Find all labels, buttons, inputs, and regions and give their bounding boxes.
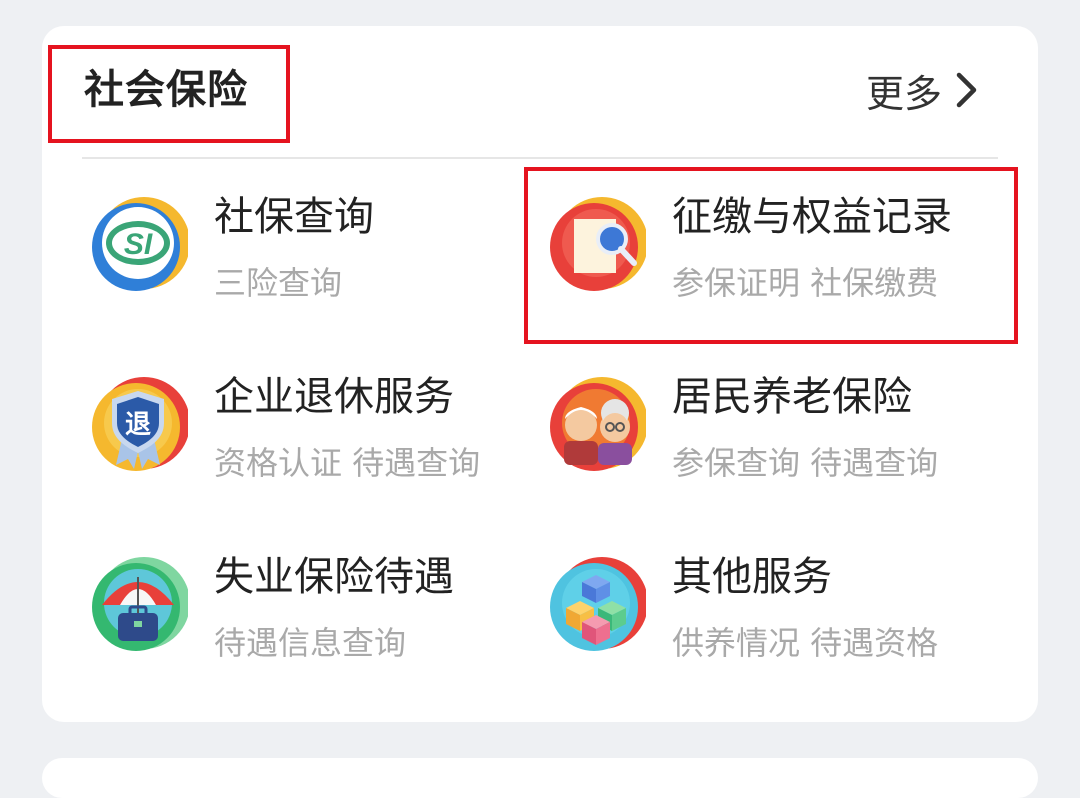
- service-subtitle: 待遇信息查询: [214, 624, 407, 662]
- svg-text:退: 退: [125, 410, 151, 440]
- elderly-couple-icon: [550, 377, 646, 471]
- service-item-payment-records[interactable]: 征缴与权益记录 参保证明 社保缴费: [550, 194, 990, 335]
- si-logo-icon: SI: [92, 197, 188, 291]
- service-title: 其他服务: [672, 554, 832, 600]
- service-item-unemployment-insurance[interactable]: 失业保险待遇 待遇信息查询: [92, 554, 532, 695]
- more-link[interactable]: 更多: [866, 62, 978, 118]
- cubes-icon: [550, 557, 646, 651]
- service-item-social-security-query[interactable]: SI 社保查询 三险查询: [92, 194, 532, 335]
- retirement-badge-icon: 退: [92, 377, 188, 471]
- more-label: 更多: [866, 71, 943, 116]
- service-subtitle: 参保查询 待遇查询: [672, 444, 939, 482]
- divider: [82, 157, 998, 159]
- service-title: 社保查询: [214, 194, 374, 240]
- service-title: 征缴与权益记录: [672, 194, 952, 240]
- chevron-right-icon: [956, 72, 977, 108]
- service-title: 居民养老保险: [672, 374, 912, 420]
- service-item-other-services[interactable]: 其他服务 供养情况 待遇资格: [550, 554, 990, 695]
- service-title: 失业保险待遇: [214, 554, 454, 600]
- section-title: 社会保险: [84, 67, 248, 113]
- service-subtitle: 参保证明 社保缴费: [672, 264, 939, 302]
- service-item-resident-pension[interactable]: 居民养老保险 参保查询 待遇查询: [550, 374, 990, 515]
- umbrella-briefcase-icon: [92, 557, 188, 651]
- next-card: [42, 758, 1038, 798]
- service-subtitle: 三险查询: [214, 264, 343, 302]
- service-title: 企业退休服务: [214, 374, 454, 420]
- service-subtitle: 资格认证 待遇查询: [214, 444, 481, 482]
- service-item-enterprise-retirement[interactable]: 退 企业退休服务 资格认证 待遇查询: [92, 374, 532, 515]
- svg-text:SI: SI: [124, 228, 153, 261]
- service-subtitle: 供养情况 待遇资格: [672, 624, 939, 662]
- document-search-icon: [550, 197, 646, 291]
